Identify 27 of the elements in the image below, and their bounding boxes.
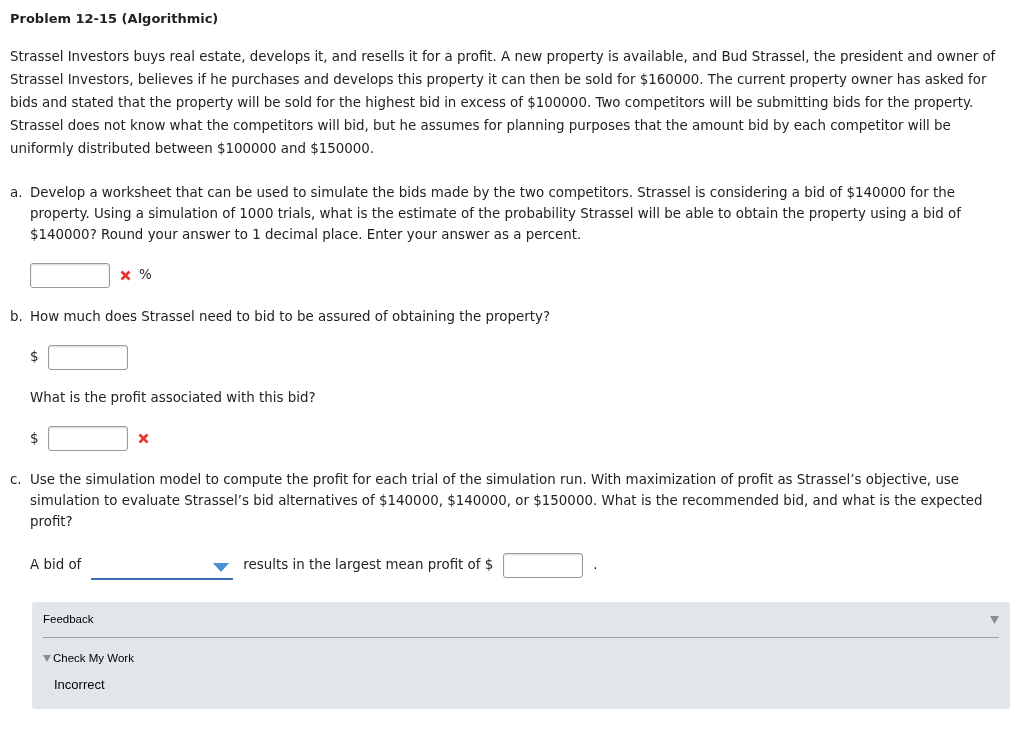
part-label: c. xyxy=(10,471,23,490)
dollar-sign: $ xyxy=(30,429,38,448)
question-text: How much does Strassel need to bid to be assured of obtaining the property? xyxy=(30,308,551,326)
question-text: Use the simulation model to compute the profit for each trial of the simulation run. With maximization of profit as Strassel’s objective, use simulation to evaluate Strassel’s bid alternatives of $140000, $140000, or $150000. What is the recommended bid, and what is the expected profit? xyxy=(30,471,984,532)
problem-description: Strassel Investors buys real estate, develops it, and resells it for a profit. A new property is available, and Bud Strassel, the president and owner of Strassel Investors, believes if he purchases and develops this property it can then be sold for $160000. The current property owner has asked for bids and stated that the property will be sold for the highest bid in excess of $100000. Two competitors will be submitting bids for the property. Strassel does not know what the competitors will bid, but he assumes for planning purposes that the amount bid by each competitor will be uniformly distributed between $100000 and $150000. xyxy=(10,48,997,158)
incorrect-icon xyxy=(138,433,149,445)
part-label: a. xyxy=(10,184,23,202)
caret-icon xyxy=(213,562,230,572)
part-label: b. xyxy=(10,308,23,326)
result-text: Incorrect xyxy=(54,676,106,695)
expand-triangle-icon xyxy=(43,655,51,663)
question-text: Develop a worksheet that can be used to simulate the bids made by the two competitors. Strassel is considering a bid of $140000 for the property. Using a simulation of 1000 trials, what is the estimate of the probability Strassel will be able to obtain the property using a bid of $140000? Round your answer to 1 decimal place. Enter your answer as a percent. xyxy=(30,184,963,244)
incorrect-icon xyxy=(120,270,131,281)
answer-text: . xyxy=(593,556,598,575)
percent-sign: % xyxy=(139,266,152,285)
question-text: What is the profit associated with this bid? xyxy=(30,389,317,407)
dollar-sign: $ xyxy=(30,348,38,367)
collapse-triangle-icon[interactable] xyxy=(990,615,999,624)
answer-text: results in the largest mean profit of $ xyxy=(243,556,494,575)
answer-text: A bid of xyxy=(30,556,82,575)
answer-field[interactable] xyxy=(48,426,128,452)
feedback-heading: Feedback xyxy=(43,612,94,627)
answer-field[interactable] xyxy=(48,345,128,370)
answer-field[interactable] xyxy=(30,263,110,288)
problem-title: Problem 12-15 (Algorithmic) xyxy=(10,10,220,28)
check-my-work-toggle[interactable]: Check My Work xyxy=(43,650,999,668)
answer-field[interactable] xyxy=(503,552,584,578)
